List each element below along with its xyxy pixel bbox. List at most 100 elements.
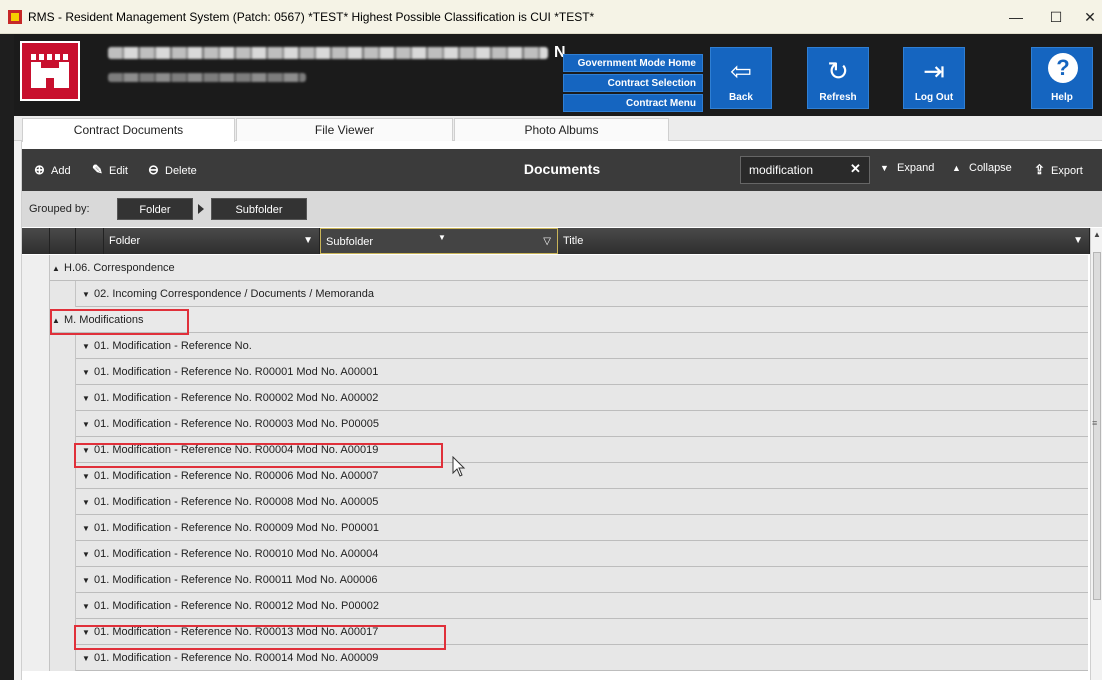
close-window-button[interactable]: ✕ bbox=[1068, 0, 1102, 34]
log-out-button[interactable]: ⇥ Log Out bbox=[903, 47, 965, 109]
expand-chevron-icon[interactable]: ▼ bbox=[82, 438, 94, 464]
folder-filter-icon[interactable]: ▼ bbox=[303, 228, 313, 254]
grouped-by-label: Grouped by: bbox=[29, 203, 90, 215]
add-button[interactable]: ⊕ Add bbox=[34, 162, 71, 178]
subgroup-row-label: 02. Incoming Correspondence / Documents … bbox=[94, 288, 375, 300]
grid-rows: ▲ H.06. Correspondence ▼ 02. Incoming Corr… bbox=[22, 255, 1088, 671]
expand-triangle-icon: ▼ bbox=[880, 163, 889, 173]
collapse-button[interactable]: ▲ Collapse bbox=[952, 162, 1012, 174]
expand-chevron-icon[interactable]: ▼ bbox=[82, 464, 94, 490]
subgroup-row-label: 01. Modification - Reference No. R00014 … bbox=[94, 652, 379, 664]
expand-chevron-icon[interactable]: ▼ bbox=[82, 334, 94, 360]
expand-chevron-icon[interactable]: ▼ bbox=[82, 568, 94, 594]
subgroup-row[interactable]: ▼ 01. Modification - Reference No. R00011… bbox=[22, 567, 1088, 593]
navigation-stack: Government Mode Home Contract Selection … bbox=[563, 54, 703, 114]
expand-button[interactable]: ▼ Expand bbox=[880, 162, 934, 174]
expand-chevron-icon[interactable]: ▼ bbox=[82, 620, 94, 646]
grouping-bar: Grouped by: Folder Subfolder bbox=[22, 191, 1102, 227]
group-chip-folder[interactable]: Folder bbox=[117, 198, 193, 220]
expand-chevron-icon[interactable]: ▼ bbox=[82, 412, 94, 438]
tab-file-viewer[interactable]: File Viewer bbox=[236, 118, 453, 141]
collapse-chevron-icon[interactable]: ▲ bbox=[52, 256, 64, 282]
help-icon: ? bbox=[1048, 53, 1078, 83]
subgroup-row[interactable]: ▼ 01. Modification - Reference No. R00013… bbox=[22, 619, 1088, 645]
subgroup-row[interactable]: ▼ 01. Modification - Reference No. R00006… bbox=[22, 463, 1088, 489]
header-gutter-3 bbox=[76, 228, 104, 254]
window-titlebar: RMS - Resident Management System (Patch:… bbox=[0, 0, 1102, 34]
subfolder-column-label: Subfolder bbox=[326, 236, 374, 248]
expand-chevron-icon[interactable]: ▼ bbox=[82, 516, 94, 542]
grid-column-header: Folder ▼ ▼ Subfolder ▽ Title ▼ bbox=[22, 228, 1090, 254]
subgroup-row-label: 01. Modification - Reference No. R00012 … bbox=[94, 600, 379, 612]
app-header: N Government Mode Home Contract Selectio… bbox=[14, 34, 1102, 116]
expand-label: Expand bbox=[897, 162, 935, 174]
expand-chevron-icon[interactable]: ▼ bbox=[82, 360, 94, 386]
log-out-label: Log Out bbox=[914, 92, 954, 103]
app-logo-icon bbox=[8, 9, 22, 24]
subgroup-row[interactable]: ▼ 01. Modification - Reference No. R00003… bbox=[22, 411, 1088, 437]
column-header-title[interactable]: Title ▼ bbox=[558, 228, 1090, 254]
export-button[interactable]: ⇪ Export bbox=[1034, 162, 1083, 178]
add-label: Add bbox=[51, 165, 71, 177]
redacted-contract-subtitle bbox=[108, 73, 306, 82]
subgroup-row[interactable]: ▼ 01. Modification - Reference No. R00009… bbox=[22, 515, 1088, 541]
clear-search-icon[interactable]: ✕ bbox=[850, 161, 861, 177]
back-label: Back bbox=[729, 92, 753, 103]
group-chip-subfolder[interactable]: Subfolder bbox=[211, 198, 307, 220]
subgroup-row[interactable]: ▼ 01. Modification - Reference No. R00012… bbox=[22, 593, 1088, 619]
header-gutter-2 bbox=[50, 228, 76, 254]
expand-chevron-icon[interactable]: ▼ bbox=[82, 646, 94, 672]
subgroup-row[interactable]: ▼ 01. Modification - Reference No. bbox=[22, 333, 1088, 359]
window-title: RMS - Resident Management System (Patch:… bbox=[28, 9, 595, 24]
contract-menu-button[interactable]: Contract Menu bbox=[563, 94, 703, 112]
edit-label: Edit bbox=[109, 165, 128, 177]
delete-button[interactable]: ⊖ Delete bbox=[148, 162, 197, 178]
mouse-cursor-icon bbox=[452, 456, 466, 477]
subgroup-row-label: 01. Modification - Reference No. R00013 … bbox=[94, 626, 379, 638]
subgroup-row-label: 01. Modification - Reference No. R00003 … bbox=[94, 418, 379, 430]
expand-chevron-icon[interactable]: ▼ bbox=[82, 386, 94, 412]
subgroup-row[interactable]: ▼ 01. Modification - Reference No. R00014… bbox=[22, 645, 1088, 671]
expand-chevron-icon[interactable]: ▼ bbox=[82, 490, 94, 516]
government-mode-home-button[interactable]: Government Mode Home bbox=[563, 54, 703, 72]
redacted-contract-title bbox=[108, 47, 548, 59]
delete-label: Delete bbox=[165, 165, 197, 177]
group-row[interactable]: ▲ H.06. Correspondence bbox=[22, 255, 1088, 281]
column-header-subfolder[interactable]: ▼ Subfolder ▽ bbox=[320, 228, 558, 254]
subgroup-row-label: 01. Modification - Reference No. bbox=[94, 340, 252, 352]
group-row[interactable]: ▲ M. Modifications bbox=[22, 307, 1088, 333]
documents-grid: Folder ▼ ▼ Subfolder ▽ Title ▼ ▲ H.06. Co… bbox=[22, 228, 1102, 680]
back-button[interactable]: ⇦ Back bbox=[710, 47, 772, 109]
tab-contract-documents[interactable]: Contract Documents bbox=[22, 118, 235, 142]
vertical-scrollbar[interactable]: ▲ ≡ bbox=[1090, 228, 1102, 680]
documents-toolbar: Documents ⊕Add ✎Edit ⊖Delete ✕ ▼Expand ▲… bbox=[22, 149, 1102, 191]
subfolder-filter-icon[interactable]: ▽ bbox=[543, 229, 551, 255]
help-button[interactable]: ? Help bbox=[1031, 47, 1093, 109]
expand-chevron-icon[interactable]: ▼ bbox=[82, 594, 94, 620]
expand-chevron-icon[interactable]: ▼ bbox=[82, 542, 94, 568]
expand-chevron-icon[interactable]: ▼ bbox=[82, 282, 94, 308]
export-icon: ⇪ bbox=[1034, 162, 1045, 177]
contract-selection-button[interactable]: Contract Selection bbox=[563, 74, 703, 92]
subgroup-row[interactable]: ▼ 01. Modification - Reference No. R00002… bbox=[22, 385, 1088, 411]
collapse-label: Collapse bbox=[969, 162, 1012, 174]
column-header-folder[interactable]: Folder ▼ bbox=[104, 228, 320, 254]
minimize-button[interactable]: — bbox=[994, 0, 1038, 34]
refresh-button[interactable]: ↻ Refresh bbox=[807, 47, 869, 109]
subgroup-row[interactable]: ▼ 01. Modification - Reference No. R00004… bbox=[22, 437, 1088, 463]
group-arrow-icon bbox=[198, 204, 204, 214]
collapse-chevron-icon[interactable]: ▲ bbox=[52, 308, 64, 334]
tab-photo-albums[interactable]: Photo Albums bbox=[454, 118, 669, 141]
edit-button[interactable]: ✎ Edit bbox=[92, 162, 128, 178]
sort-indicator-icon: ▼ bbox=[438, 233, 446, 242]
subgroup-row[interactable]: ▼ 01. Modification - Reference No. R00010… bbox=[22, 541, 1088, 567]
back-arrow-icon: ⇦ bbox=[730, 56, 752, 86]
subgroup-row-label: 01. Modification - Reference No. R00008 … bbox=[94, 496, 379, 508]
scroll-up-icon[interactable]: ▲ bbox=[1093, 230, 1101, 239]
title-filter-icon[interactable]: ▼ bbox=[1073, 228, 1083, 254]
subgroup-row[interactable]: ▼ 01. Modification - Reference No. R00001… bbox=[22, 359, 1088, 385]
rms-window: RMS - Resident Management System (Patch:… bbox=[0, 0, 1102, 680]
subgroup-row-label: 01. Modification - Reference No. R00006 … bbox=[94, 470, 379, 482]
subgroup-row[interactable]: ▼ 02. Incoming Correspondence / Documents… bbox=[22, 281, 1088, 307]
subgroup-row[interactable]: ▼ 01. Modification - Reference No. R00008… bbox=[22, 489, 1088, 515]
